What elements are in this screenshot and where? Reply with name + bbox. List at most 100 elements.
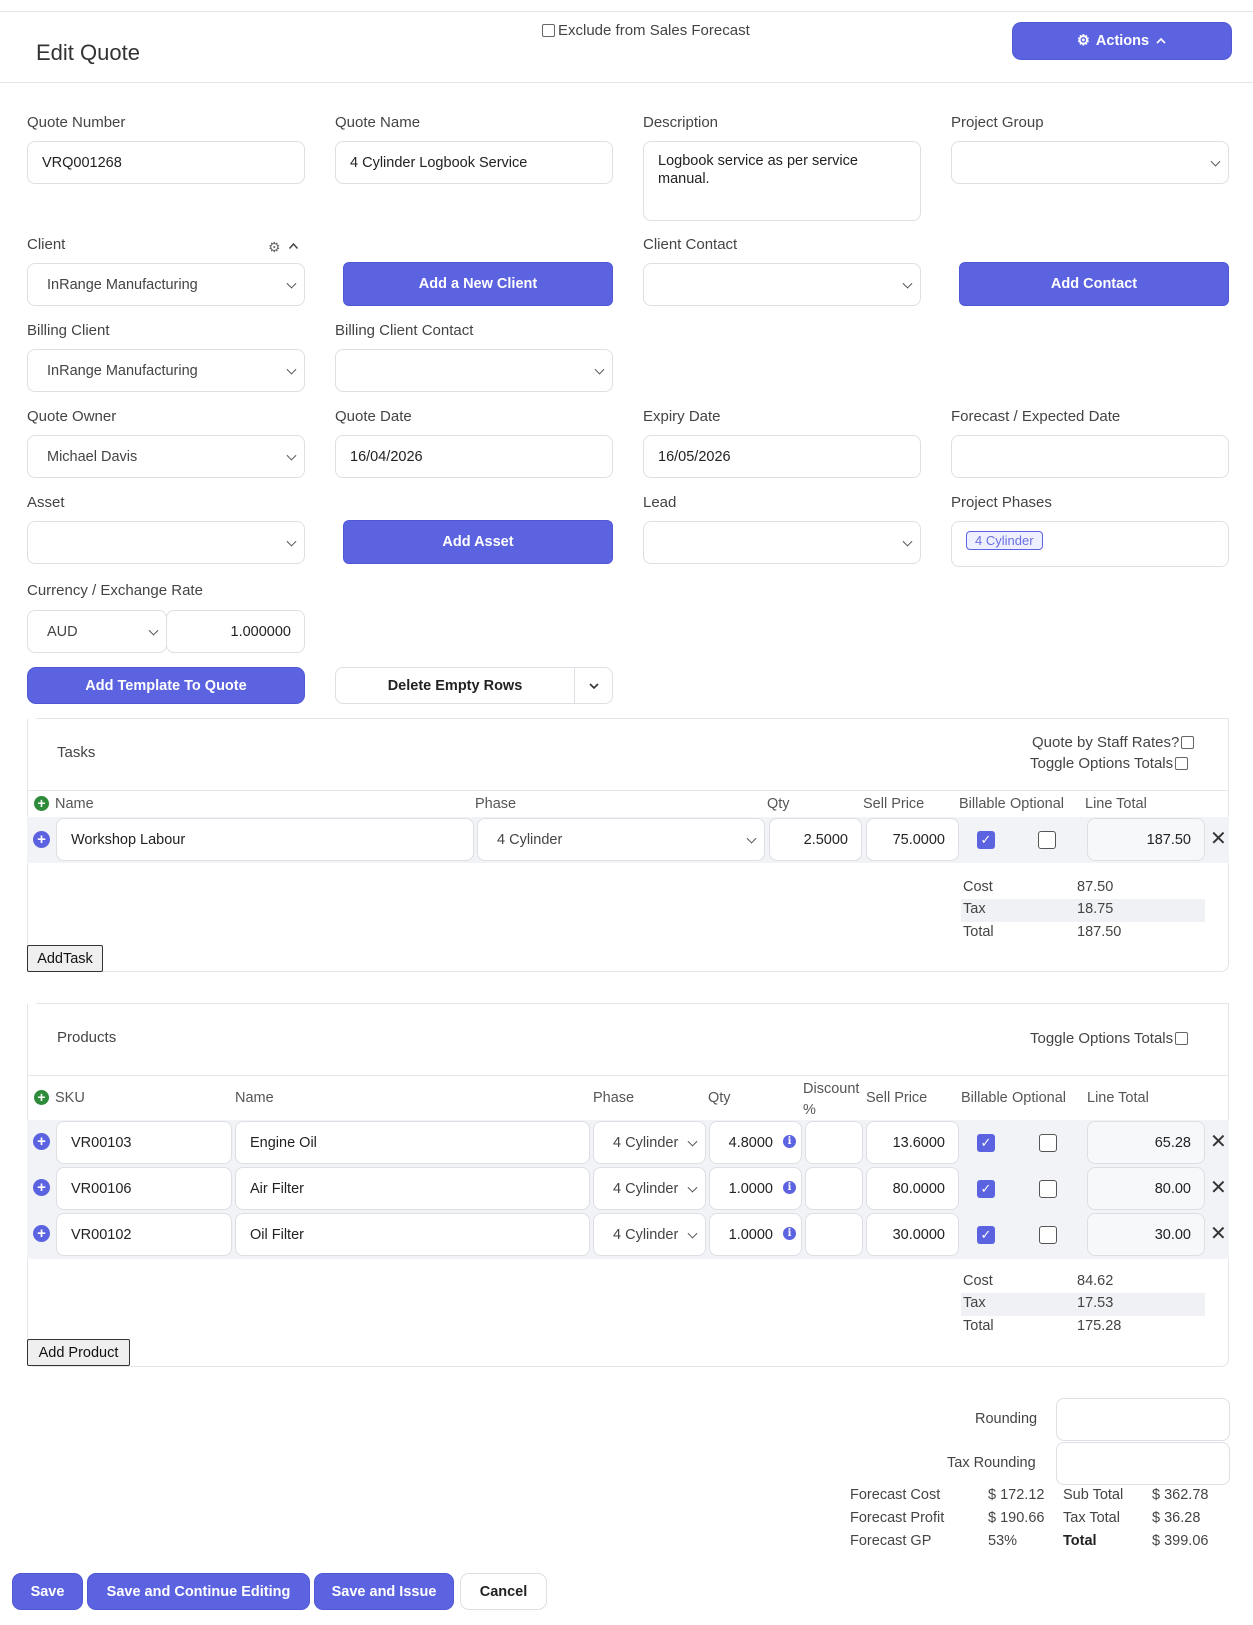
product-sell-price-input[interactable]: 80.0000 (866, 1167, 959, 1210)
exclude-forecast-checkbox[interactable] (542, 24, 555, 37)
exclude-forecast-label: Exclude from Sales Forecast (558, 22, 750, 39)
quote-number-input[interactable]: VRQ001268 (27, 141, 305, 184)
chevron-down-icon (594, 364, 605, 375)
add-asset-button[interactable]: Add Asset (343, 520, 613, 564)
rounding-input[interactable] (1056, 1398, 1230, 1441)
add-task-button[interactable]: AddTask (27, 945, 103, 972)
chevron-down-icon (687, 1182, 698, 1193)
client-contact-select[interactable] (643, 263, 921, 306)
add-template-button[interactable]: Add Template To Quote (27, 667, 305, 704)
save-button[interactable]: Save (12, 1573, 83, 1610)
product-line-total: 65.28 (1087, 1121, 1205, 1164)
product-sku-input[interactable]: VR00102 (56, 1213, 232, 1256)
project-phases-input[interactable]: 4 Cylinder (951, 521, 1229, 567)
exchange-rate-input[interactable]: 1.000000 (166, 610, 305, 653)
product-optional-checkbox[interactable] (1039, 1180, 1057, 1198)
task-name-input[interactable]: Workshop Labour (56, 818, 474, 861)
add-product-button[interactable]: Add Product (27, 1339, 130, 1366)
add-contact-button[interactable]: Add Contact (959, 262, 1229, 306)
close-icon[interactable]: ✕ (1210, 829, 1227, 849)
delete-options-toggle[interactable] (574, 667, 613, 704)
product-phase-value: 4 Cylinder (613, 1226, 679, 1243)
tax-rounding-label: Tax Rounding (947, 1455, 1036, 1471)
task-phase-select[interactable]: 4 Cylinder (477, 818, 765, 861)
product-sell-price-input[interactable]: 13.6000 (866, 1121, 959, 1164)
quote-date-input[interactable]: 16/04/2026 (335, 435, 613, 478)
staff-rates-checkbox[interactable] (1181, 736, 1195, 749)
staff-rates-option[interactable]: Quote by Staff Rates? (1032, 734, 1195, 751)
info-icon[interactable]: i (783, 1227, 796, 1240)
description-textarea[interactable]: Logbook service as per service manual. (643, 141, 921, 221)
products-toggle-totals-label: Toggle Options Totals (1030, 1030, 1174, 1047)
client-gear-icon[interactable]: ⚙ (268, 239, 281, 256)
tax-rounding-input[interactable] (1056, 1442, 1230, 1485)
info-icon[interactable]: i (783, 1135, 796, 1148)
product-discount-input[interactable] (805, 1167, 863, 1210)
actions-label: Actions (1095, 33, 1150, 49)
tasks-toggle-totals-option[interactable]: Toggle Options Totals (1030, 755, 1189, 772)
grand-total-label: Total (1063, 1533, 1097, 1549)
lead-select[interactable] (643, 521, 921, 564)
product-name-input[interactable]: Engine Oil (235, 1121, 590, 1164)
product-billable-checkbox[interactable]: ✓ (977, 1134, 995, 1152)
product-discount-input[interactable] (805, 1121, 863, 1164)
product-expand-icon[interactable]: + (33, 1179, 50, 1196)
billing-client-select[interactable]: InRange Manufacturing (27, 349, 305, 392)
task-phase-value: 4 Cylinder (497, 831, 563, 848)
add-task-icon[interactable]: + (34, 796, 49, 811)
close-icon[interactable]: ✕ (1210, 1132, 1227, 1152)
billing-client-contact-select[interactable] (335, 349, 613, 392)
phase-tag[interactable]: 4 Cylinder (966, 531, 1043, 550)
add-new-client-button[interactable]: Add a New Client (343, 262, 613, 306)
save-continue-button[interactable]: Save and Continue Editing (87, 1573, 310, 1610)
cancel-button[interactable]: Cancel (460, 1573, 547, 1610)
add-product-icon[interactable]: + (34, 1090, 49, 1105)
task-billable-checkbox[interactable]: ✓ (977, 831, 995, 849)
tasks-total-row: Total 187.50 (963, 922, 1205, 944)
task-line-total: 187.50 (1087, 818, 1205, 861)
quote-owner-select[interactable]: Michael Davis (27, 435, 305, 478)
product-optional-checkbox[interactable] (1039, 1134, 1057, 1152)
close-icon[interactable]: ✕ (1210, 1224, 1227, 1244)
task-expand-icon[interactable]: + (33, 831, 50, 848)
tax-total-value: $ 36.28 (1152, 1510, 1201, 1526)
product-expand-icon[interactable]: + (33, 1133, 50, 1150)
project-group-select[interactable] (951, 141, 1229, 184)
forecast-date-input[interactable] (951, 435, 1229, 478)
task-optional-checkbox[interactable] (1038, 831, 1056, 849)
product-sell-price-input[interactable]: 30.0000 (866, 1213, 959, 1256)
chevron-down-icon (687, 1228, 698, 1239)
product-phase-select[interactable]: 4 Cylinder (593, 1213, 706, 1256)
info-icon[interactable]: i (783, 1181, 796, 1194)
tasks-toggle-totals-checkbox[interactable] (1175, 757, 1189, 770)
chevron-up-icon[interactable] (288, 242, 299, 250)
exclude-forecast-option[interactable]: Exclude from Sales Forecast (542, 22, 750, 39)
delete-empty-rows-button[interactable]: Delete Empty Rows (335, 667, 575, 704)
product-name-input[interactable]: Air Filter (235, 1167, 590, 1210)
chevron-up-icon (1156, 37, 1166, 44)
actions-button[interactable]: ⚙ Actions (1012, 22, 1232, 60)
products-toggle-totals-option[interactable]: Toggle Options Totals (1030, 1030, 1189, 1047)
product-phase-select[interactable]: 4 Cylinder (593, 1121, 706, 1164)
close-icon[interactable]: ✕ (1210, 1178, 1227, 1198)
chevron-down-icon (286, 278, 297, 289)
task-sell-price-input[interactable]: 75.0000 (866, 818, 959, 861)
product-billable-checkbox[interactable]: ✓ (977, 1226, 995, 1244)
client-select[interactable]: InRange Manufacturing (27, 263, 305, 306)
product-sku-input[interactable]: VR00106 (56, 1167, 232, 1210)
product-discount-input[interactable] (805, 1213, 863, 1256)
expiry-date-input[interactable]: 16/05/2026 (643, 435, 921, 478)
asset-select[interactable] (27, 521, 305, 564)
currency-select[interactable]: AUD (27, 610, 167, 653)
product-sku-input[interactable]: VR00103 (56, 1121, 232, 1164)
product-optional-checkbox[interactable] (1039, 1226, 1057, 1244)
task-qty-input[interactable]: 2.5000 (769, 818, 862, 861)
product-expand-icon[interactable]: + (33, 1225, 50, 1242)
save-issue-button[interactable]: Save and Issue (314, 1573, 454, 1610)
product-name-input[interactable]: Oil Filter (235, 1213, 590, 1256)
products-toggle-totals-checkbox[interactable] (1175, 1032, 1189, 1045)
product-billable-checkbox[interactable]: ✓ (977, 1180, 995, 1198)
quote-name-input[interactable]: 4 Cylinder Logbook Service (335, 141, 613, 184)
tasks-tax-label: Tax (963, 901, 986, 917)
product-phase-select[interactable]: 4 Cylinder (593, 1167, 706, 1210)
